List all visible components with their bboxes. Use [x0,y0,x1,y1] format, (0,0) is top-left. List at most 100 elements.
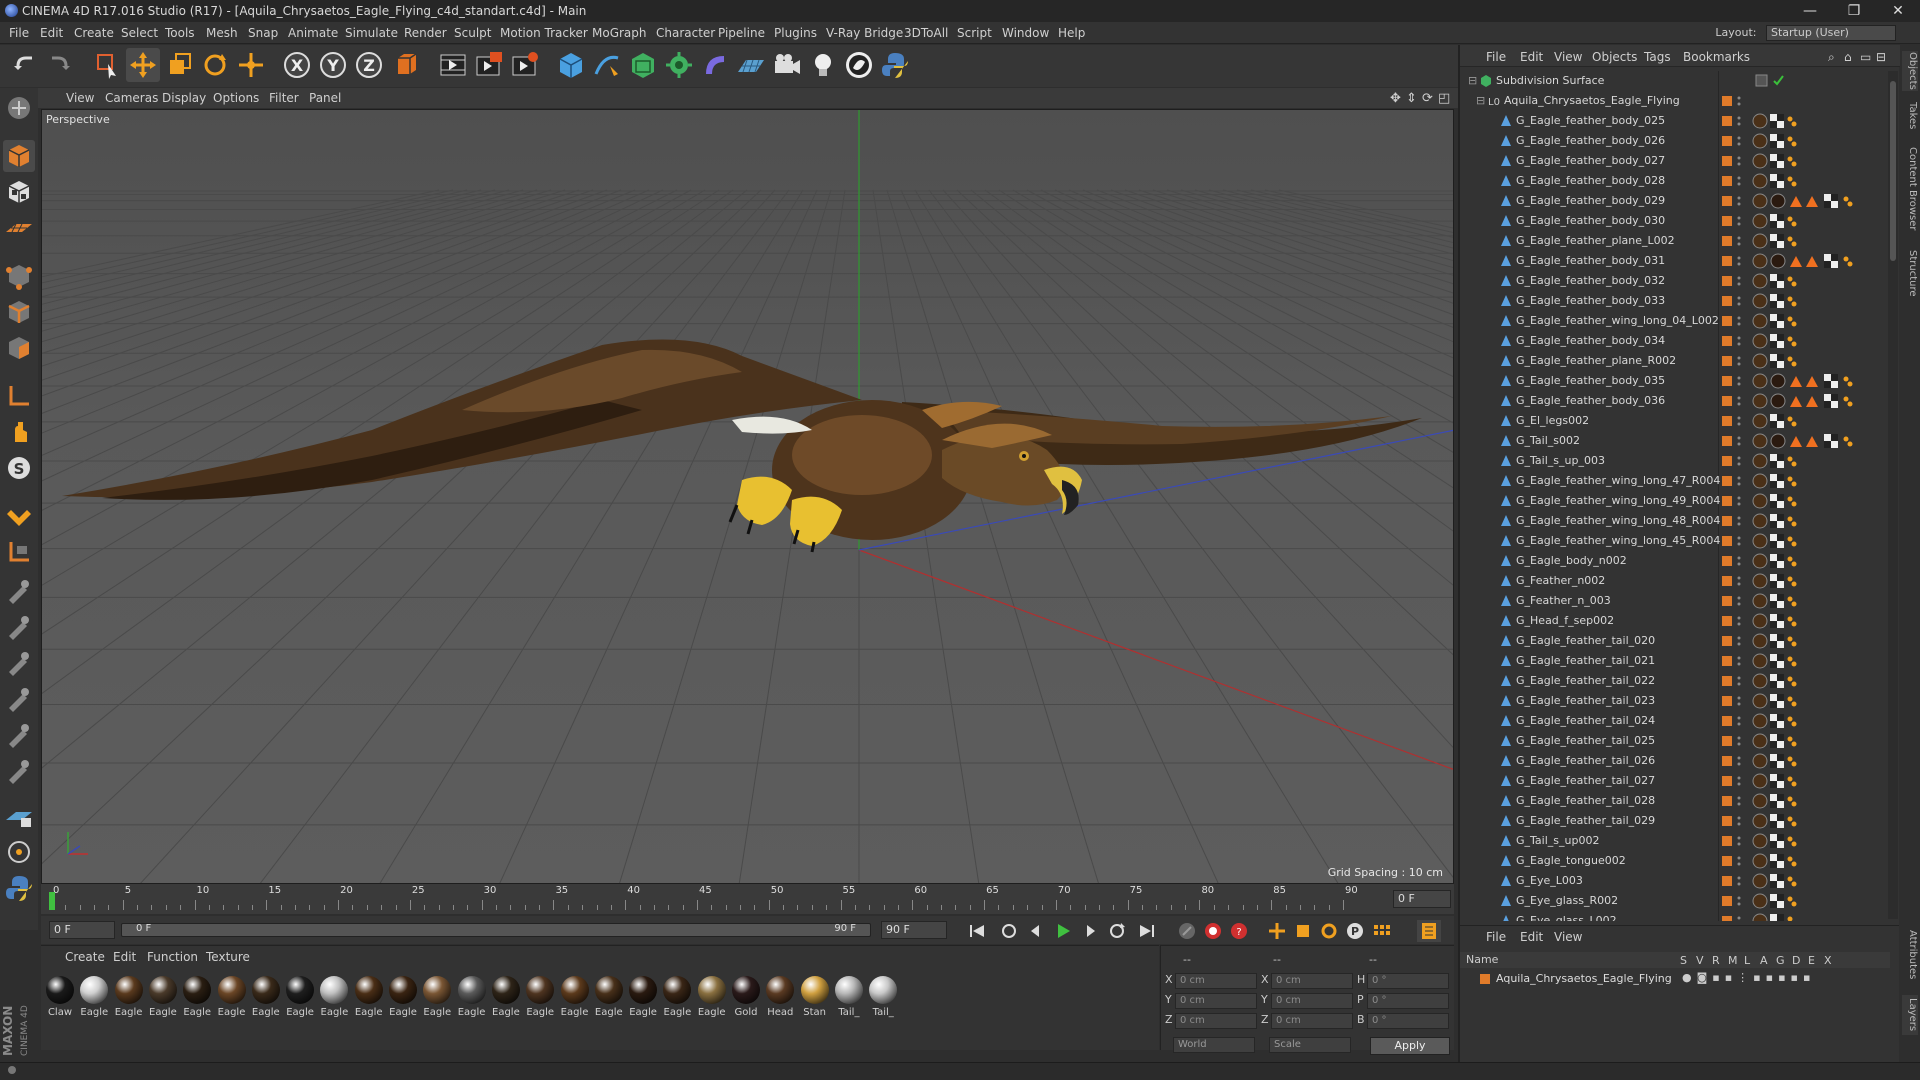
object-tags[interactable] [1750,391,1890,411]
material-swatch[interactable]: Gold [731,976,761,1018]
vp-menu-cameras[interactable]: Cameras [105,91,158,105]
go-to-end-icon[interactable] [1135,920,1159,942]
brush-3-icon[interactable] [3,646,35,678]
object-row[interactable]: G_Tail_s002 [1460,431,1890,451]
vp-menu-filter[interactable]: Filter [269,91,299,105]
vp-menu-panel[interactable]: Panel [309,91,341,105]
python-icon[interactable] [3,872,35,904]
play-icon[interactable] [1051,920,1075,942]
maximize-button[interactable]: ❐ [1832,0,1876,22]
visibility-dots-icon[interactable] [1737,775,1741,787]
object-row[interactable]: G_Eye_glass_L002 [1460,911,1890,921]
object-tags[interactable] [1750,491,1890,511]
material-swatch[interactable]: Eagle [251,976,281,1018]
object-row[interactable]: G_Eagle_feather_body_029 [1460,191,1890,211]
tab-content-browser[interactable]: Content Browser [1902,141,1918,237]
object-row[interactable]: G_Eye_glass_R002 [1460,891,1890,911]
menu-select[interactable]: Select [121,26,158,40]
coord-pos-field[interactable]: 0 cm [1175,1013,1257,1029]
mat-menu-create[interactable]: Create [65,950,105,964]
brush-4-icon[interactable] [3,682,35,714]
menu-help[interactable]: Help [1058,26,1085,40]
brush-2-icon[interactable] [3,610,35,642]
tab-structure[interactable]: Structure [1902,245,1918,301]
visibility-dots-icon[interactable] [1737,695,1741,707]
tab-takes[interactable]: Takes [1902,101,1918,131]
object-name[interactable]: G_Tail_s_up_003 [1516,454,1605,467]
coord-scale-select[interactable]: Scale [1269,1037,1351,1053]
material-swatch[interactable]: Eagle [457,976,487,1018]
object-row[interactable]: G_Eagle_feather_body_036 [1460,391,1890,411]
coord-size-field[interactable]: 0 cm [1271,993,1353,1009]
next-frame-icon[interactable] [1079,920,1103,942]
object-name[interactable]: G_Eagle_feather_tail_021 [1516,654,1655,667]
object-row[interactable]: G_Feather_n002 [1460,571,1890,591]
object-tags[interactable] [1750,871,1890,891]
start-frame-field[interactable]: 0 F [49,921,115,939]
object-tags[interactable] [1750,751,1890,771]
object-tags[interactable] [1750,791,1890,811]
menu-file[interactable]: File [9,26,29,40]
visibility-dots-icon[interactable] [1737,535,1741,547]
menu-motion-tracker[interactable]: Motion Tracker [500,26,588,40]
object-scrollbar[interactable] [1888,71,1898,919]
camera-icon[interactable] [770,48,804,82]
object-name[interactable]: G_Eagle_feather_body_028 [1516,174,1665,187]
object-name[interactable]: G_Eagle_feather_tail_027 [1516,774,1655,787]
material-swatch[interactable]: Eagle [388,976,418,1018]
texture-mode-icon[interactable] [3,176,35,208]
object-name[interactable]: G_Eagle_feather_body_030 [1516,214,1665,227]
close-button[interactable]: ✕ [1876,0,1920,22]
key-parameter-icon[interactable]: P [1343,920,1367,942]
coordinate-system-icon[interactable] [390,48,424,82]
object-row[interactable]: G_Eagle_feather_tail_023 [1460,691,1890,711]
object-name[interactable]: G_Eye_glass_L002 [1516,914,1617,921]
object-tags[interactable] [1750,591,1890,611]
object-name[interactable]: G_Eagle_body_n002 [1516,554,1627,567]
visibility-dots-icon[interactable] [1737,895,1741,907]
rotate-icon[interactable] [198,48,232,82]
timeline-ruler[interactable]: 0 5 10 15 20 25 30 35 40 45 50 55 60 65 70 75 80 85 90 0 F [41,884,1454,914]
object-tags[interactable] [1750,431,1890,451]
menu-plugins[interactable]: Plugins [774,26,817,40]
tab-layers[interactable]: Layers [1902,995,1918,1035]
object-tags[interactable] [1750,771,1890,791]
object-row[interactable]: G_Tail_s_up002 [1460,831,1890,851]
visibility-dots-icon[interactable] [1737,315,1741,327]
coord-rot-field[interactable]: 0 ° [1367,993,1449,1009]
render-settings-icon[interactable] [508,48,542,82]
object-row[interactable]: G_Head_f_sep002 [1460,611,1890,631]
mat-menu-function[interactable]: Function [147,950,198,964]
playhead[interactable] [49,892,55,910]
make-editable-icon[interactable] [3,92,35,124]
object-name[interactable]: G_Eagle_feather_body_027 [1516,154,1665,167]
object-name[interactable]: G_Eye_glass_R002 [1516,894,1618,907]
object-tags[interactable] [1750,191,1890,211]
brush-1-icon[interactable] [3,574,35,606]
object-tags[interactable] [1750,331,1890,351]
object-name[interactable]: G_Eagle_feather_body_034 [1516,334,1665,347]
mograph-cloner-icon[interactable] [662,48,696,82]
floor-icon[interactable] [734,48,768,82]
menu-edit[interactable]: Edit [40,26,63,40]
tab-attributes[interactable]: Attributes [1902,925,1918,985]
object-tags[interactable] [1750,831,1890,851]
object-tags[interactable] [1750,691,1890,711]
object-name[interactable]: G_El_legs002 [1516,414,1589,427]
material-swatch[interactable]: Eagle [422,976,452,1018]
visibility-dots-icon[interactable] [1737,555,1741,567]
live-selection-icon[interactable] [90,48,124,82]
material-swatch[interactable]: Tail_ [868,976,898,1018]
visibility-dots-icon[interactable] [1737,275,1741,287]
object-row[interactable]: G_Eagle_feather_body_031 [1460,251,1890,271]
vp-menu-display[interactable]: Display [162,91,206,105]
object-tags[interactable] [1750,551,1890,571]
snap-magnet-icon[interactable] [3,500,35,532]
object-tags[interactable] [1750,531,1890,551]
object-name[interactable]: G_Eagle_feather_body_035 [1516,374,1665,387]
object-tags[interactable] [1750,211,1890,231]
object-row[interactable]: G_Eagle_feather_tail_027 [1460,771,1890,791]
object-row[interactable]: G_Eagle_feather_body_028 [1460,171,1890,191]
pen-icon[interactable] [590,48,624,82]
material-swatch[interactable]: Eagle [594,976,624,1018]
